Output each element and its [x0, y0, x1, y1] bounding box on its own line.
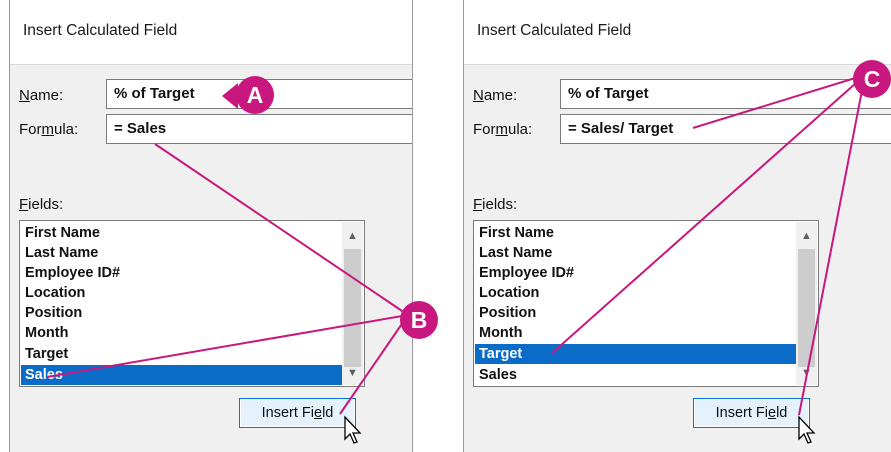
callout-a: A [236, 76, 274, 114]
mouse-pointer-icon [798, 415, 816, 444]
callout-c-line-formula [692, 74, 866, 129]
callout-b: B [400, 301, 438, 339]
callout-b-line-formula [154, 143, 409, 316]
mouse-pointer-icon [344, 415, 362, 444]
callout-c: C [853, 60, 891, 98]
callout-b-line-button [339, 314, 409, 415]
callout-lines [46, 74, 866, 416]
callout-c-line-target [550, 74, 866, 355]
callout-b-line-sales [46, 314, 409, 378]
